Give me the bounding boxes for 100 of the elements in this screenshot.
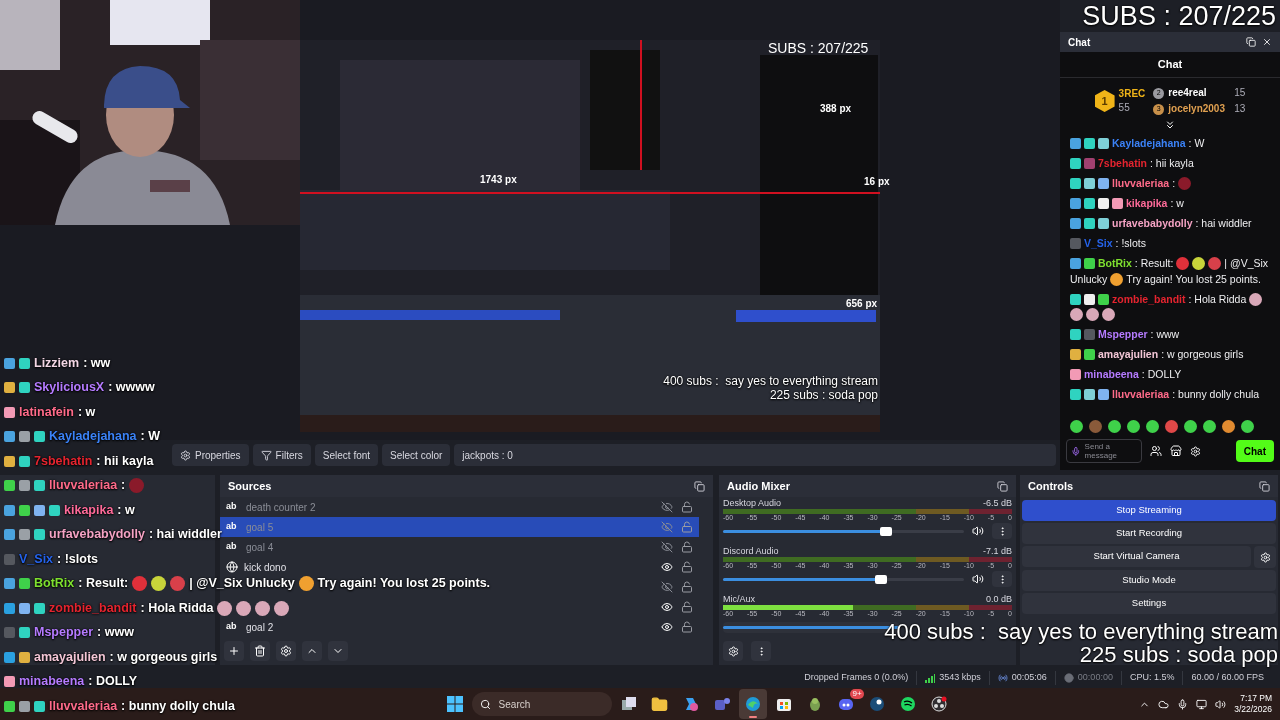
channel-reading: 0.0 dB [985,593,1012,605]
chat-send-button[interactable]: Chat [1235,440,1274,462]
taskbar-button[interactable] [738,689,767,719]
overlay-text: 225 subs : soda pop [769,388,878,402]
taskbar-search-field[interactable]: Search [471,692,612,716]
eye-off-icon[interactable] [661,581,673,593]
text-source-icon: ab [226,540,240,554]
speaker-icon[interactable] [972,573,984,585]
undock-icon[interactable] [1259,480,1270,492]
down-icon[interactable] [328,641,348,661]
chat-username: urfavebabydolly [1112,216,1193,230]
lock-icon[interactable] [681,581,693,593]
eye-icon[interactable] [661,601,673,613]
volume-slider[interactable] [723,529,964,533]
slider-thumb[interactable] [879,526,892,536]
dock-title: Sources [228,478,272,494]
measure-label: 16 px [864,175,890,189]
settings-icon[interactable] [1254,546,1276,568]
settings-icon[interactable] [276,641,296,661]
source-row[interactable]: ab goal 4 [220,537,699,557]
add-icon[interactable] [224,641,244,661]
lock-icon[interactable] [681,501,693,513]
message-input[interactable]: Send a message [1066,439,1142,463]
chat-username: minabeena [1084,367,1139,381]
mic-icon[interactable] [1177,698,1189,710]
control-button[interactable]: Start Virtual Camera [1022,546,1251,567]
eye-icon[interactable] [661,561,673,573]
cloud-icon[interactable] [1158,698,1170,710]
chat-text: : bunny dolly chula [1172,387,1260,401]
dock-title: Controls [1028,478,1074,494]
collapse-icon[interactable] [1164,119,1176,131]
rank-medal: 1 [1094,90,1115,112]
toolbar-button[interactable]: Properties [172,444,249,466]
lock-icon[interactable] [681,621,693,633]
speaker-icon[interactable] [972,525,984,537]
up-icon[interactable] [302,641,322,661]
clock-date[interactable]: 3/22/2026 [1234,704,1272,715]
control-button[interactable]: Studio Mode [1022,570,1276,591]
chat-text: : ww [83,355,111,371]
windows-logo-icon[interactable] [446,696,463,712]
people-icon[interactable] [1150,445,1162,457]
undock-icon[interactable] [1246,37,1256,47]
chat-username: amayajulien [1098,347,1159,361]
slider-thumb[interactable] [874,574,887,584]
eye-icon[interactable] [661,621,673,633]
chat-text: Try again! You lost 25 points. [317,576,491,592]
undock-icon[interactable] [694,480,705,492]
menu-button[interactable] [992,571,1012,587]
chat-username: Mspepper [34,625,94,641]
lock-icon[interactable] [681,541,693,553]
status-text: CPU: 1.5% [1129,671,1175,685]
chat-username: 7sbehatin [1098,156,1147,170]
menu-button[interactable] [751,641,771,661]
control-button[interactable]: Stop Streaming [1022,500,1276,521]
chat-username: kikapika [1126,196,1168,210]
lock-icon[interactable] [681,561,693,573]
lock-icon[interactable] [681,521,693,533]
chat-username: BotRix [34,576,75,592]
source-row[interactable]: ab death counter 2 [220,497,699,517]
chat-username: lluvvaleriaa [49,478,118,494]
clock-time[interactable]: 7:17 PM [1240,693,1272,704]
eye-off-icon[interactable] [661,541,673,553]
close-icon[interactable] [1262,37,1272,47]
chat-text: : !slots [1115,236,1146,250]
undock-icon[interactable] [997,480,1008,492]
dock-title: Chat [1068,35,1091,50]
leader-name: ree4real [1168,86,1208,100]
toolbar-button[interactable]: Filters [252,444,311,466]
toolbar-button[interactable]: Select font [314,444,379,466]
measure-label: 1743 px [480,173,517,187]
source-name: goal 2 [246,620,274,635]
app-icon [713,696,730,712]
menu-button[interactable] [992,523,1012,539]
control-button[interactable]: Start Recording [1022,523,1276,544]
dock-title: Audio Mixer [727,478,790,494]
chat-text: : W [1188,136,1205,150]
source-row[interactable]: kick dono [220,557,699,577]
trash-icon[interactable] [250,641,270,661]
speaker-icon[interactable] [1215,698,1227,710]
chat-username: V_Six [1084,236,1113,250]
settings-icon[interactable] [1190,445,1201,457]
volume-slider[interactable] [723,577,964,581]
source-name: goal 5 [246,520,274,535]
eye-off-icon[interactable] [661,501,673,513]
lock-icon[interactable] [681,601,693,613]
settings-icon[interactable] [723,641,743,661]
chat-text: : wwww [108,380,155,396]
toolbar-button[interactable]: Select color [382,444,451,466]
chat-text: : w gorgeous girls [109,649,218,665]
chat-text: : DOLLY [88,674,138,690]
subs-goal-text: 400 subs : say yes to everything stream [884,620,1278,643]
source-row[interactable]: ab goal 2 [220,617,699,637]
control-button[interactable]: Settings [1022,593,1276,614]
chat-username: urfavebabydolly [49,527,145,543]
store-icon[interactable] [1170,445,1182,457]
app-icon [744,696,761,712]
monitor-icon[interactable] [1196,698,1208,710]
status-text: 00:00:00 [1077,671,1113,685]
chat-username: kikapika [64,502,114,518]
chat-header: Chat [1157,57,1183,73]
